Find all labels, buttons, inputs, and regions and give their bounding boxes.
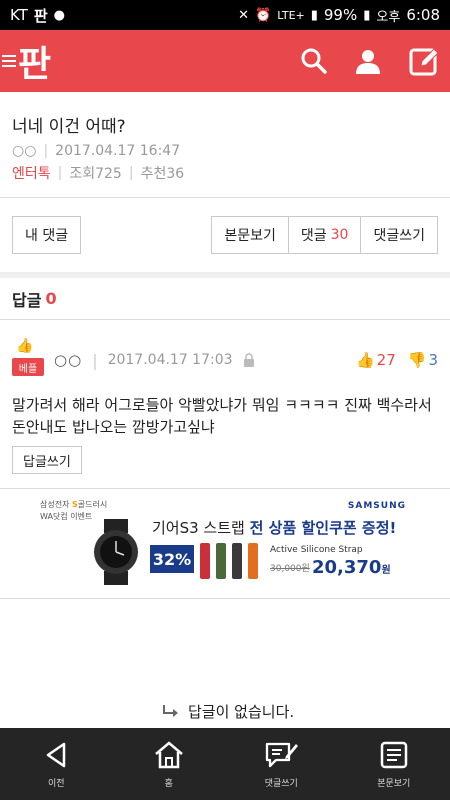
comment-body: 말가려서 해라 어그로들아 악빨았냐가 뭐임 ㅋㅋㅋㅋ 진짜 백수라서 돈안내도… (12, 396, 432, 436)
smartwatch-image (94, 519, 138, 585)
ampm-label: 오후 (376, 9, 401, 25)
view-toggle-group: 본문보기 댓글 30 댓글쓰기 (211, 216, 438, 254)
menu-logo-button[interactable]: 판 (0, 35, 51, 87)
carrier-label: KT (10, 6, 28, 24)
replies-label: 답글 (12, 290, 42, 310)
home-icon (154, 740, 183, 768)
ad-banner[interactable]: 삼성전자 S골드러시 WA닷컴 이벤트 SAMSUNG 기어S3 스트랩 전 상… (0, 489, 450, 599)
action-row: 내 댓글 본문보기 댓글 30 댓글쓰기 (0, 198, 450, 278)
network-label: LTE+ (277, 8, 305, 22)
app-logo[interactable]: 판 (18, 35, 51, 87)
thumbs-up-icon: 👍 (355, 351, 375, 369)
meta-divider: | (92, 350, 98, 370)
article-title: 너네 이건 어때? (12, 117, 126, 137)
empty-replies-area: 답글이 없습니다. (0, 599, 450, 745)
best-comment: 👍 베플 ○○ | 2017.04.17 17:03 👍 27 👎 3 말가려서… (0, 320, 450, 489)
article-author: ○○ (12, 143, 37, 159)
reply-arrow-icon (163, 704, 178, 717)
upvote-count: 27 (376, 351, 396, 369)
battery-label: 99% (323, 6, 358, 24)
article-category-link[interactable]: 엔터톡 (12, 163, 51, 183)
strap-green (216, 543, 226, 579)
comments-button[interactable]: 댓글 30 (288, 216, 362, 254)
meta-divider: | (57, 165, 63, 181)
lock-icon (243, 353, 254, 367)
bottom-nav: 이전 홈 댓글쓰기 본문보기 (0, 728, 450, 800)
nav-home[interactable]: 홈 (124, 740, 214, 789)
comment-author: ○○ (54, 351, 83, 369)
nav-back[interactable]: 이전 (11, 740, 101, 789)
ad-headline: 기어S3 스트랩 전 상품 할인쿠폰 증정! (152, 519, 397, 537)
time-label: 6:08 (406, 6, 440, 24)
strap-images (200, 543, 258, 579)
document-icon (380, 741, 407, 768)
top-bar: 판 (0, 30, 450, 92)
nav-view-post[interactable]: 본문보기 (349, 740, 439, 789)
comments-label: 댓글 (300, 228, 327, 244)
hamburger-icon[interactable] (2, 55, 16, 67)
write-reply-button[interactable]: 답글쓰기 (12, 446, 82, 474)
article-views: 조회725 (69, 166, 122, 182)
search-icon[interactable] (300, 47, 328, 75)
best-badge-label: 베플 (12, 358, 44, 376)
downvote-count: 3 (428, 351, 438, 369)
thumbs-up-icon: 👍 (16, 338, 34, 354)
my-comments-button[interactable]: 내 댓글 (12, 216, 82, 254)
article-header: 너네 이건 어때? ○○ | 2017.04.17 16:47 엔터톡 | 조회… (0, 92, 450, 198)
replies-header: 답글 0 (0, 278, 450, 320)
sync-icon: ● (53, 7, 65, 23)
downvote-button[interactable]: 👎 3 (408, 351, 438, 369)
strap-dark (232, 543, 242, 579)
user-icon[interactable] (354, 47, 382, 75)
replies-count: 0 (45, 289, 57, 308)
back-icon (47, 742, 66, 767)
article-recommends: 추천36 (140, 166, 185, 182)
meta-divider: | (128, 165, 134, 181)
ad-strap-label: Active Silicone Strap (270, 545, 363, 555)
article-datetime: 2017.04.17 16:47 (55, 143, 181, 159)
nav-write-comment[interactable]: 댓글쓰기 (236, 740, 326, 789)
battery-icon: ▮ (363, 7, 371, 23)
comments-count: 30 (330, 227, 349, 243)
signal-icon: ▮ (310, 7, 318, 23)
ad-old-price: 30,000원 (270, 564, 310, 574)
samsung-logo: SAMSUNG (347, 501, 406, 511)
thumbs-down-icon: 👎 (407, 351, 427, 369)
comment-write-icon (266, 742, 299, 767)
strap-orange (248, 543, 258, 579)
alarm-icon: ⏰ (255, 7, 272, 23)
view-post-button[interactable]: 본문보기 (211, 216, 289, 254)
meta-divider: | (43, 143, 49, 159)
ad-new-price: 20,370원 (312, 557, 391, 578)
ad-discount-badge: 32% (150, 545, 194, 573)
comment-datetime: 2017.04.17 17:03 (107, 352, 233, 368)
mute-icon: ✕ (238, 7, 250, 23)
strap-red (200, 543, 210, 579)
upvote-button[interactable]: 👍 27 (356, 351, 396, 369)
carrier-app-icon: 판 (33, 6, 48, 25)
best-badge: 👍 베플 (12, 338, 44, 376)
write-icon[interactable] (408, 45, 440, 77)
status-bar: KT 판 ● ✕ ⏰ LTE+ ▮ 99% ▮ 오후 6:08 (0, 0, 450, 30)
empty-replies-message: 답글이 없습니다. (162, 701, 294, 722)
write-comment-button[interactable]: 댓글쓰기 (361, 216, 438, 254)
